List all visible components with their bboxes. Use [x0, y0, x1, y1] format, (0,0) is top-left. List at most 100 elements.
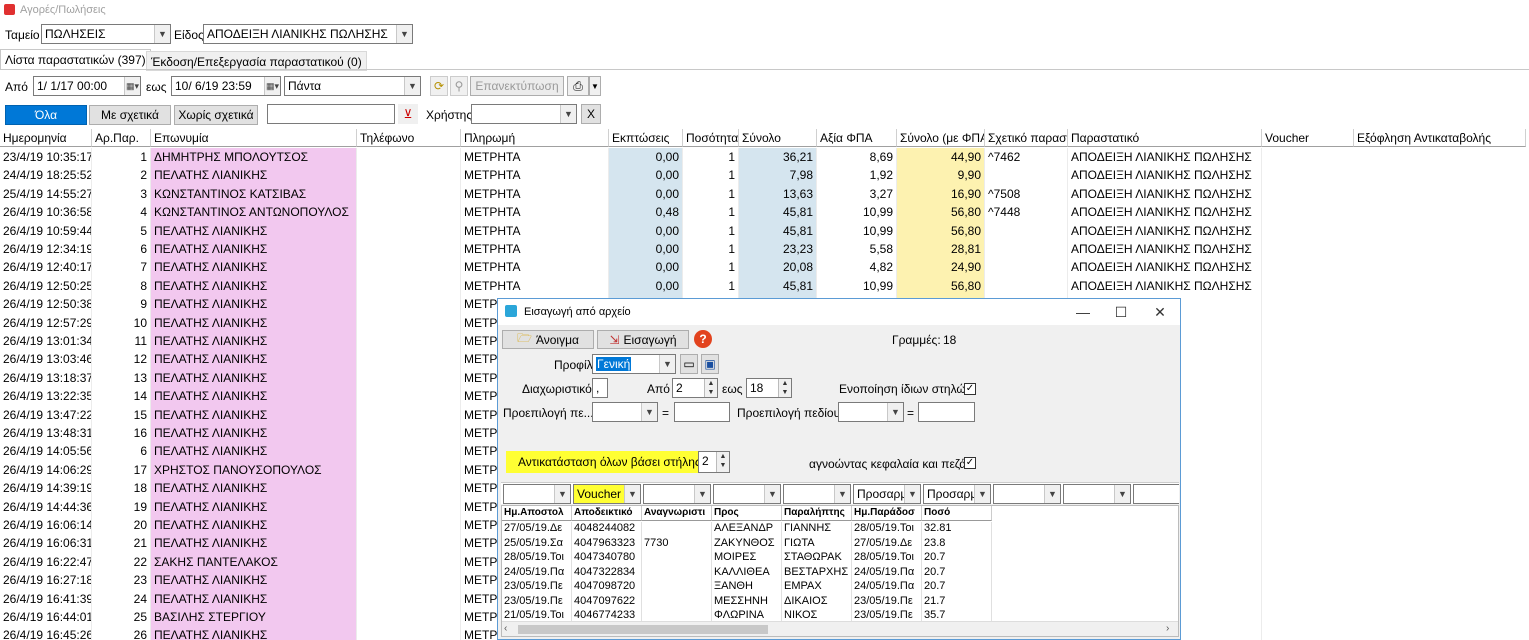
table-row[interactable]: 24/4/19 18:25:52 2 ΠΕΛΑΤΗΣ ΛΙΑΝΙΚΗΣ ΜΕΤΡΗΤΑ…	[0, 166, 1529, 185]
table-row[interactable]: 25/4/19 14:55:27 3 ΚΩΝΣΤΑΝΤΙΝΟΣ ΚΑΤΣΙΒΑΣ ΜΕ…	[0, 184, 1529, 204]
segment-with-related[interactable]: Με σχετικά	[89, 105, 171, 125]
spin-arrows-icon[interactable]: ▲ ▼	[716, 452, 729, 472]
grid-header[interactable]: Αρ.Παρ.	[92, 129, 151, 147]
column-map-select[interactable]: ▼	[503, 484, 571, 504]
table-cell: 24	[92, 589, 151, 608]
preselect1-value-input[interactable]	[674, 402, 730, 422]
replace-column-stepper[interactable]: 2 ▲ ▼	[698, 451, 730, 473]
lines-label: Γραμμές:	[892, 333, 941, 347]
grid-header[interactable]: Επωνυμία	[151, 129, 357, 147]
table-cell: ΜΕΤΡΗΤΑ	[461, 166, 609, 185]
scroll-right-icon[interactable]: ›	[1166, 623, 1169, 634]
refresh-icon[interactable]: ⟳	[430, 76, 448, 96]
segment-without-related[interactable]: Χωρίς σχετικά	[174, 105, 258, 125]
profile-select[interactable]: Γενική ▼	[592, 354, 676, 374]
minimize-icon[interactable]: —	[1068, 302, 1098, 322]
table-cell: 25/4/19 14:55:27	[0, 184, 92, 204]
grid-header[interactable]: Αξία ΦΠΑ	[817, 129, 897, 147]
column-map-select[interactable]: ▼	[1133, 484, 1179, 504]
grid-header[interactable]: Τηλέφωνο	[357, 129, 461, 147]
merge-checkbox[interactable]: ✓	[964, 383, 976, 395]
search-icon[interactable]: ⚲	[450, 76, 468, 96]
grid-header[interactable]: Ημερομηνία	[0, 129, 92, 147]
column-map-select[interactable]: ▼	[783, 484, 851, 504]
grid-header[interactable]: Σύνολο (με ΦΠΑ)	[897, 129, 985, 147]
close-icon[interactable]: ✕	[1145, 302, 1175, 322]
scrollbar-thumb[interactable]	[518, 625, 768, 634]
maximize-icon[interactable]: ☐	[1106, 302, 1136, 322]
preselect2-value-input[interactable]	[918, 402, 975, 422]
calendar-icon[interactable]: ▦▾	[124, 77, 140, 95]
preview-cell: 7730	[642, 536, 712, 551]
grid-header[interactable]: Πληρωμή	[461, 129, 609, 147]
column-map-select[interactable]: ▼	[993, 484, 1061, 504]
reprint-button[interactable]: Επανεκτύπωση	[470, 76, 564, 96]
grid-header[interactable]: Voucher	[1262, 129, 1354, 147]
spin-arrows-icon[interactable]: ▲ ▼	[704, 379, 717, 397]
table-cell: ΠΕΛΑΤΗΣ ΛΙΑΝΙΚΗΣ	[151, 442, 357, 461]
grid-header[interactable]: Σύνολο	[739, 129, 817, 147]
import-label: Εισαγωγή	[623, 332, 677, 347]
tameio-select[interactable]: ΠΩΛΗΣΕΙΣ ▼	[41, 24, 171, 44]
preview-cell: 23/05/19.Πε	[852, 594, 922, 609]
ignore-case-checkbox[interactable]: ✓	[964, 457, 976, 469]
eidos-select[interactable]: ΑΠΟΔΕΙΞΗ ΛΙΑΝΙΚΗΣ ΠΩΛΗΣΗΣ ▼	[203, 24, 413, 44]
table-row[interactable]: 26/4/19 10:36:58 4 ΚΩΝΣΤΑΝΤΙΝΟΣ ΑΝΤΩΝΟΠΟΥΛ…	[0, 203, 1529, 222]
segment-all[interactable]: Όλα	[5, 105, 87, 125]
from-stepper[interactable]: 2 ▲ ▼	[672, 378, 718, 398]
column-map-select[interactable]: Προσαρμ ▼	[853, 484, 921, 504]
table-cell: ΚΩΝΣΤΑΝΤΙΝΟΣ ΚΑΤΣΙΒΑΣ	[151, 184, 357, 204]
date-to-field[interactable]: 10/ 6/19 23:59 ▦▾	[171, 76, 281, 96]
column-map-select[interactable]: Voucher ▼	[573, 484, 641, 504]
column-map-select[interactable]: ▼	[1063, 484, 1131, 504]
table-cell: 0,00	[609, 258, 683, 277]
tab-list[interactable]: Λίστα παραστατικών (397)	[0, 49, 151, 69]
date-from-field[interactable]: 1/ 1/17 00:00 ▦▾	[33, 76, 141, 96]
table-cell: 4,82	[817, 258, 897, 277]
grid-header[interactable]: Εξόφληση Αντικαταβολής	[1354, 129, 1526, 147]
scroll-left-icon[interactable]: ‹	[504, 623, 507, 634]
table-row[interactable]: 23/4/19 10:35:17 1 ΔΗΜΗΤΡΗΣ ΜΠΟΛΟΥΤΣΟΣ ΜΕΤΡ…	[0, 148, 1529, 167]
chevron-down-icon: ▼	[694, 485, 710, 503]
grid-header[interactable]: Ποσότητα	[683, 129, 739, 147]
clear-filter-icon[interactable]: ⊻	[398, 104, 418, 124]
user-select[interactable]: ▼	[471, 104, 577, 124]
calendar-icon[interactable]: ▦▾	[264, 77, 280, 95]
table-row[interactable]: 26/4/19 12:50:25 8 ΠΕΛΑΤΗΣ ΛΙΑΝΙΚΗΣ ΜΕΤΡΗΤΑ…	[0, 276, 1529, 296]
column-map-select[interactable]: ▼	[713, 484, 781, 504]
grid-header[interactable]: Εκπτώσεις	[609, 129, 683, 147]
column-map-select[interactable]: Προσαρμ ▼	[923, 484, 991, 504]
preselect1-select[interactable]: ▼	[592, 402, 658, 422]
table-cell: 0,00	[609, 221, 683, 240]
preview-cell: 4047098720	[572, 580, 642, 595]
chevron-down-icon: ▼	[974, 485, 990, 503]
help-icon[interactable]: ?	[694, 330, 712, 348]
eidos-label: Είδος	[174, 28, 204, 42]
grid-search-input[interactable]	[267, 104, 395, 124]
tab-edit[interactable]: Έκδοση/Επεξεργασία παραστατικού (0)	[146, 51, 367, 71]
print-menu-chevron-icon[interactable]: ▼	[589, 76, 601, 96]
import-button[interactable]: ⇲ Εισαγωγή	[597, 330, 689, 349]
table-cell: 26/4/19 12:50:25	[0, 276, 92, 296]
period-select[interactable]: Πάντα ▼	[284, 76, 421, 96]
horizontal-scrollbar[interactable]: ‹ ›	[502, 621, 1178, 636]
preselect2-select[interactable]: ▼	[838, 402, 904, 422]
preview-cell: ΞΑΝΘΗ	[712, 580, 782, 595]
to-stepper[interactable]: 18 ▲ ▼	[746, 378, 792, 398]
open-file-button[interactable]: 🗁 Άνοιγμα	[502, 330, 594, 349]
preview-table: Ημ.Αποστολ Αποδεικτικό Αναγνωριστι Προς Παρα…	[501, 505, 1179, 637]
separator-input[interactable]: ,	[592, 378, 608, 398]
printer-icon[interactable]: ⎙	[567, 76, 589, 96]
window-title: Αγορές/Πωλήσεις	[20, 4, 106, 16]
profile-remove-icon[interactable]: ▭	[680, 354, 698, 374]
table-cell: 26/4/19 10:59:44	[0, 221, 92, 240]
table-row[interactable]: 26/4/19 12:40:17 7 ΠΕΛΑΤΗΣ ΛΙΑΝΙΚΗΣ ΜΕΤΡΗΤΑ…	[0, 258, 1529, 277]
table-row[interactable]: 26/4/19 10:59:44 5 ΠΕΛΑΤΗΣ ΛΙΑΝΙΚΗΣ ΜΕΤΡΗΤΑ…	[0, 221, 1529, 240]
grid-header[interactable]: Παραστατικό	[1068, 129, 1262, 147]
grid-header[interactable]: Σχετικό παραστ	[985, 129, 1068, 147]
save-icon[interactable]: ▣	[701, 354, 719, 374]
clear-user-button[interactable]: X	[581, 104, 601, 124]
spin-arrows-icon[interactable]: ▲ ▼	[778, 379, 791, 397]
column-map-select[interactable]: ▼	[643, 484, 711, 504]
table-row[interactable]: 26/4/19 12:34:19 6 ΠΕΛΑΤΗΣ ΛΙΑΝΙΚΗΣ ΜΕΤΡΗΤΑ…	[0, 240, 1529, 259]
